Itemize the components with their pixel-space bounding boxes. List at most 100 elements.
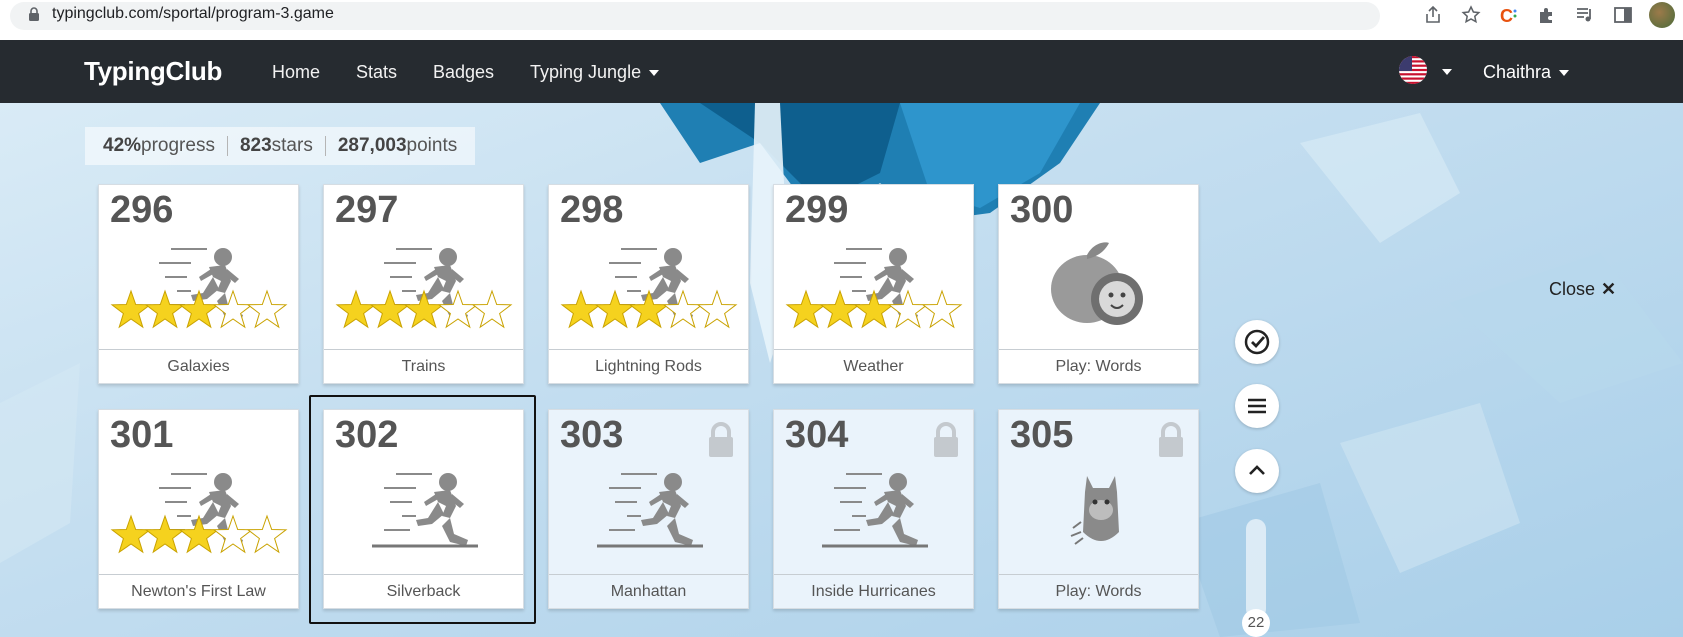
- star-icon: [819, 289, 861, 329]
- star-icon: [696, 289, 738, 329]
- lock-icon: [706, 422, 736, 458]
- us-flag-icon[interactable]: [1399, 56, 1427, 84]
- star-icon: [246, 514, 288, 554]
- star-rating: [334, 289, 514, 333]
- lesson-number: 305: [1010, 414, 1074, 456]
- star-icon: [369, 289, 411, 329]
- star-icon: [246, 289, 288, 329]
- star-icon: [628, 289, 670, 329]
- runner-icon: [579, 454, 719, 570]
- svg-text:C: C: [1500, 6, 1513, 25]
- nav-typing-jungle-dropdown[interactable]: Typing Jungle: [530, 62, 660, 83]
- bookmark-star-icon[interactable]: [1459, 3, 1483, 27]
- scroll-track[interactable]: [1246, 519, 1266, 619]
- close-label: Close: [1549, 279, 1596, 299]
- menu-button[interactable]: [1235, 384, 1279, 428]
- lock-icon: [1156, 422, 1186, 458]
- site-navbar: TypingClub Home Stats Badges Typing Jung…: [0, 40, 1683, 103]
- close-icon: ✕: [1601, 279, 1617, 299]
- scroll-up-button[interactable]: [1235, 449, 1279, 493]
- extension-c-icon[interactable]: C: [1497, 3, 1521, 27]
- lesson-number: 299: [785, 189, 849, 231]
- locale-chevron-icon[interactable]: [1442, 69, 1452, 75]
- nav-badges[interactable]: Badges: [433, 62, 494, 83]
- check-progress-button[interactable]: [1235, 320, 1279, 364]
- star-icon: [144, 514, 186, 554]
- star-icon: [212, 289, 254, 329]
- profile-avatar[interactable]: [1649, 2, 1675, 28]
- lesson-number: 303: [560, 414, 624, 456]
- stars-count: 823: [239, 135, 272, 156]
- lesson-name: Manhattan: [549, 574, 748, 608]
- lesson-card[interactable]: 301 Newton's First Law: [98, 409, 299, 609]
- stars-label: stars: [271, 135, 313, 156]
- scroll-position-badge: 22: [1242, 609, 1270, 637]
- star-icon: [437, 289, 479, 329]
- lesson-name: Galaxies: [99, 349, 298, 383]
- points-count: 287,003: [337, 135, 407, 156]
- nav-home[interactable]: Home: [272, 62, 320, 83]
- runner-icon: [354, 454, 494, 570]
- lesson-card[interactable]: 296 Galaxies: [98, 184, 299, 384]
- lesson-card[interactable]: 300 Play: Words: [998, 184, 1199, 384]
- star-rating: [784, 289, 964, 333]
- apple-game-icon: [1029, 229, 1169, 345]
- nav-stats[interactable]: Stats: [356, 62, 397, 83]
- lesson-name: Weather: [774, 349, 973, 383]
- star-icon: [110, 514, 152, 554]
- share-icon[interactable]: [1421, 3, 1445, 27]
- star-icon: [403, 289, 445, 329]
- star-rating: [559, 289, 739, 333]
- typing-jungle-label: Typing Jungle: [530, 62, 642, 82]
- user-menu[interactable]: Chaithra: [1483, 62, 1570, 83]
- media-icon[interactable]: [1573, 3, 1597, 27]
- puzzle-icon[interactable]: [1535, 3, 1559, 27]
- star-icon: [785, 289, 827, 329]
- lesson-number: 304: [785, 414, 849, 456]
- lesson-card[interactable]: 302 Silverback: [323, 409, 524, 609]
- user-name: Chaithra: [1483, 62, 1552, 82]
- progress-summary: 42% progress 823 stars 287,003 points: [85, 127, 476, 165]
- star-icon: [921, 289, 963, 329]
- lesson-number: 300: [1010, 189, 1074, 231]
- progress-percent: 42%: [103, 135, 142, 156]
- url-text[interactable]: typingclub.com/sportal/program-3.game: [52, 5, 334, 23]
- star-icon: [110, 289, 152, 329]
- close-button[interactable]: Close ✕: [1549, 279, 1616, 300]
- lesson-number: 302: [335, 414, 399, 456]
- star-icon: [212, 514, 254, 554]
- divider: [226, 136, 228, 156]
- lesson-name: Play: Words: [999, 349, 1198, 383]
- progress-label: progress: [141, 135, 215, 156]
- lesson-number: 301: [110, 414, 174, 456]
- lesson-name: Trains: [324, 349, 523, 383]
- lesson-card: 305 Play: Words: [998, 409, 1199, 609]
- runner-icon: [804, 454, 944, 570]
- brand-logo[interactable]: TypingClub: [84, 56, 222, 87]
- check-circle-icon: [1244, 329, 1270, 355]
- points-label: points: [406, 135, 458, 156]
- lesson-card: 303 Manhattan: [548, 409, 749, 609]
- lesson-number: 297: [335, 189, 399, 231]
- hamburger-icon: [1248, 398, 1266, 414]
- lesson-card: 304 Inside Hurricanes: [773, 409, 974, 609]
- monster-game-icon: [1029, 454, 1169, 570]
- chevron-down-icon: [1559, 70, 1570, 77]
- lesson-card[interactable]: 299 Weather: [773, 184, 974, 384]
- lock-icon: [931, 422, 961, 458]
- chevron-down-icon: [649, 70, 660, 77]
- browser-toolbar: typingclub.com/sportal/program-3.game C: [0, 0, 1683, 40]
- chevron-up-icon: [1249, 465, 1265, 475]
- star-icon: [853, 289, 895, 329]
- star-icon: [335, 289, 377, 329]
- lesson-card[interactable]: 298 Lightning Rods: [548, 184, 749, 384]
- divider: [324, 136, 326, 156]
- lesson-name: Inside Hurricanes: [774, 574, 973, 608]
- lesson-card[interactable]: 297 Trains: [323, 184, 524, 384]
- sidepanel-icon[interactable]: [1611, 3, 1635, 27]
- star-icon: [662, 289, 704, 329]
- star-icon: [178, 514, 220, 554]
- lesson-map: 42% progress 823 stars 287,003 points 29…: [0, 103, 1683, 637]
- star-icon: [560, 289, 602, 329]
- lesson-name: Silverback: [324, 574, 523, 608]
